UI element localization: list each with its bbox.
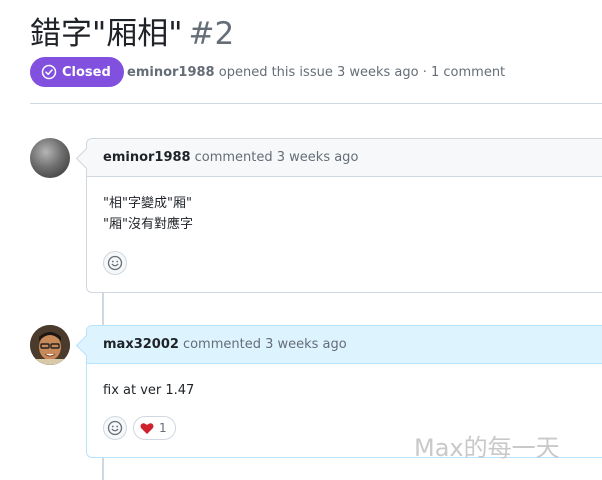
heart-reaction-button[interactable]: 1 <box>133 416 176 440</box>
issue-title-text: 錯字"厢相" <box>30 16 183 52</box>
smiley-icon <box>107 420 123 436</box>
issue-number: #2 <box>188 16 235 52</box>
issue-meta-text: opened this issue 3 weeks ago · 1 commen… <box>218 65 506 80</box>
comment-author-link[interactable]: max32002 <box>103 337 179 352</box>
comment-timestamp[interactable]: commented 3 weeks ago <box>195 150 359 165</box>
comment-timestamp[interactable]: commented 3 weeks ago <box>183 337 347 352</box>
comment-header: eminor1988 commented 3 weeks ago <box>87 139 602 177</box>
issue-meta: eminor1988 opened this issue 3 weeks ago… <box>127 65 505 80</box>
avatar-photo <box>30 325 70 365</box>
comment-line: fix at ver 1.47 <box>103 383 195 398</box>
smiley-icon <box>107 255 123 271</box>
comment-author-link[interactable]: eminor1988 <box>103 150 191 165</box>
issue-title: 錯字"厢相" #2 <box>30 8 234 53</box>
avatar-max32002[interactable] <box>30 325 70 365</box>
comment-line: "相"字變成"厢" <box>103 196 192 211</box>
add-reaction-button[interactable] <box>103 251 127 275</box>
add-reaction-button[interactable] <box>103 416 127 440</box>
closed-state-badge: Closed <box>30 57 124 87</box>
header-divider <box>30 103 602 104</box>
issue-author-link[interactable]: eminor1988 <box>127 65 215 80</box>
reactions-bar <box>103 251 127 275</box>
comment-1: eminor1988 commented 3 weeks ago "相"字變成"… <box>75 138 602 293</box>
heart-reaction-count: 1 <box>159 421 167 435</box>
comment-header: max32002 commented 3 weeks ago <box>87 326 602 364</box>
state-label: Closed <box>62 64 111 80</box>
watermark-text: Max的每一天 <box>414 434 560 462</box>
avatar-eminor1988[interactable] <box>30 138 70 178</box>
comment-body: fix at ver 1.47 <box>87 364 602 401</box>
heart-icon <box>140 422 154 434</box>
comment-body: "相"字變成"厢" "厢"沒有對應字 <box>87 177 602 235</box>
closed-check-icon <box>41 64 57 80</box>
reactions-bar: 1 <box>103 416 176 440</box>
comment-line: "厢"沒有對應字 <box>103 217 193 232</box>
